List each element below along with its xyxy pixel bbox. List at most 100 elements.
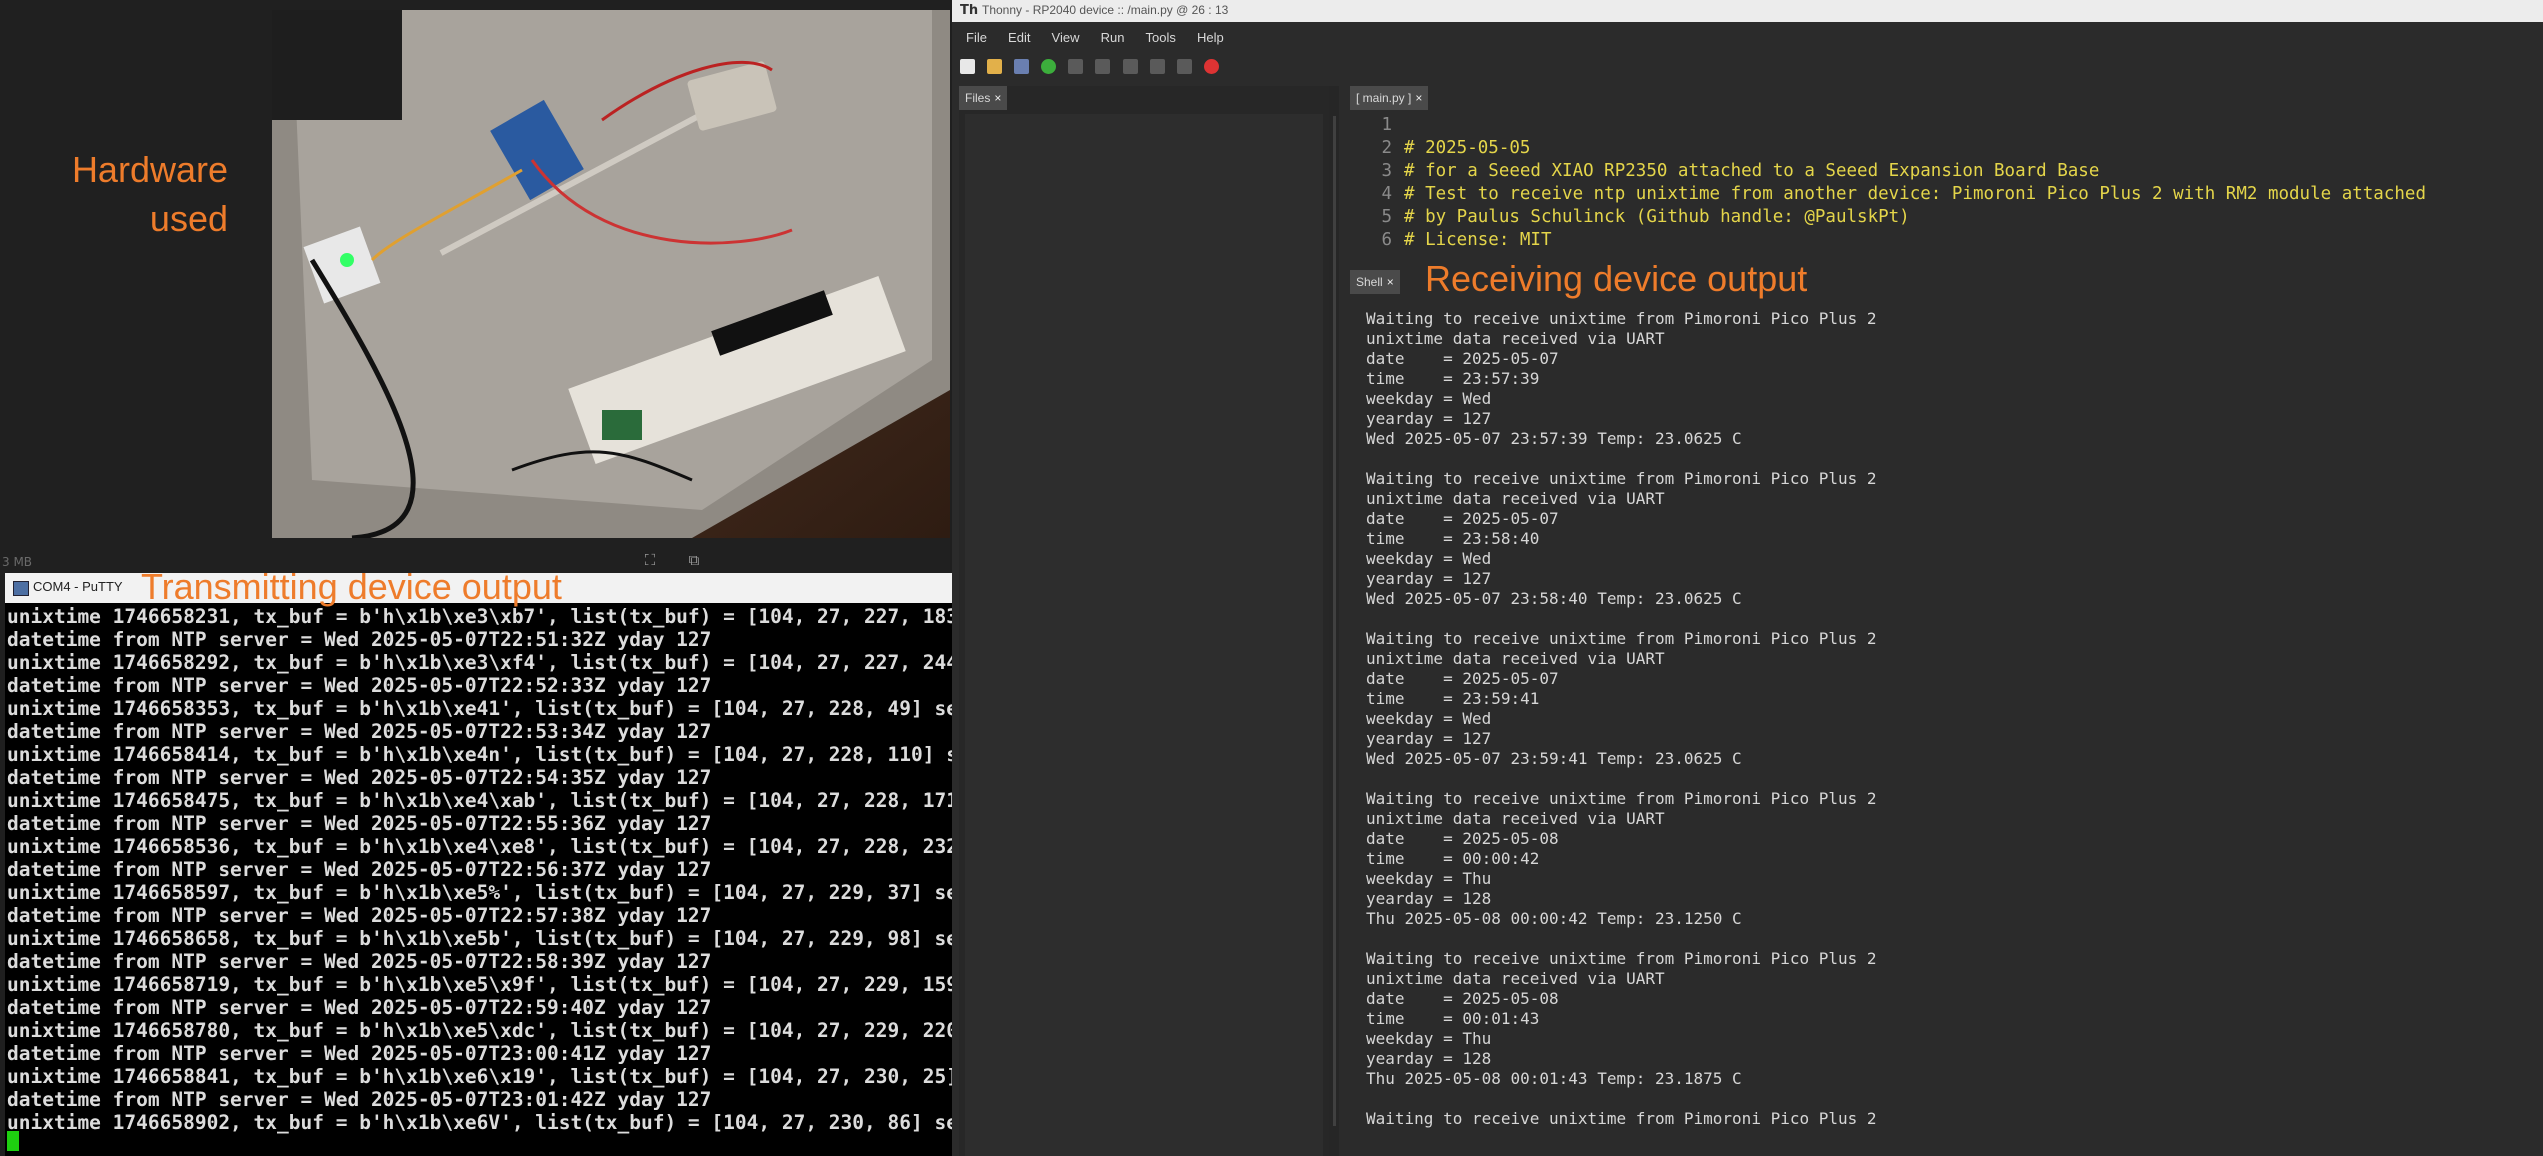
terminal-cursor [7,1131,19,1151]
shell-line: date = 2025-05-08 [1366,989,1559,1008]
step-into-icon[interactable] [1122,59,1138,74]
putty-app-icon [13,581,29,596]
shell-line: unixtime data received via UART [1366,489,1665,508]
shell-line: weekday = Wed [1366,549,1492,568]
line-number: 4 [1381,184,1392,204]
shell-line: Waiting to receive unixtime from Pimoron… [1366,789,1877,808]
code-line[interactable] [1404,114,2426,137]
toolbar [960,56,1226,76]
tab-main-py[interactable]: [ main.py ] × [1350,86,1429,110]
shell-line: weekday = Wed [1366,389,1492,408]
tab-shell-label: Shell [1356,275,1383,289]
shell-line: date = 2025-05-07 [1366,349,1559,368]
code-editor[interactable]: [ main.py ] × 1 2 3 4 5 6 # 2025-05-05 # for a … [1350,86,2543,262]
hardware-caption-line-1: Hardware [71,149,228,190]
line-number: 5 [1381,207,1392,227]
code-line[interactable]: # for a Seeed XIAO RP2350 attached to a … [1404,160,2426,183]
shell-line: yearday = 128 [1366,1049,1492,1068]
menu-view[interactable]: View [1052,26,1080,50]
shell-line: Wed 2025-05-07 23:58:40 Temp: 23.0625 C [1366,589,1742,608]
shell-header: Shell × Receiving device output [1350,258,2543,300]
code-line[interactable]: # 2025-05-05 [1404,137,2426,160]
debug-icon[interactable] [1068,59,1084,74]
tab-shell[interactable]: Shell × [1350,270,1400,294]
thonny-logo-icon: Th [960,3,979,18]
resume-icon[interactable] [1176,59,1192,74]
transmitting-overlay-label: Transmitting device output [141,566,562,607]
files-tree[interactable] [965,114,1323,1156]
shell-line: Waiting to receive unixtime from Pimoron… [1366,1109,1877,1128]
shell-line: Wed 2025-05-07 23:57:39 Temp: 23.0625 C [1366,429,1742,448]
tab-files[interactable]: Files × [959,86,1008,110]
line-number: 3 [1381,161,1392,181]
menu-edit[interactable]: Edit [1008,26,1030,50]
close-icon[interactable]: × [1387,275,1394,289]
menubar: File Edit View Run Tools Help [952,26,1226,50]
photo-viewer-window: Hardware used 3 MB ⛶ ⧉ [0,0,950,575]
shell-line: time = 00:01:43 [1366,1009,1540,1028]
shell-line: weekday = Thu [1366,1029,1492,1048]
shell-line: date = 2025-05-08 [1366,829,1559,848]
shell-line: Waiting to receive unixtime from Pimoron… [1366,309,1877,328]
shell-line: Thu 2025-05-08 00:00:42 Temp: 23.1250 C [1366,909,1742,928]
shell-line: weekday = Wed [1366,709,1492,728]
tab-main-py-label: [ main.py ] [1356,91,1412,105]
step-over-icon[interactable] [1095,59,1111,74]
menu-run[interactable]: Run [1101,26,1125,50]
shell-line: time = 23:57:39 [1366,369,1540,388]
fullscreen-icon[interactable]: ⧉ [684,551,704,569]
hardware-photo [272,10,950,538]
shell-line: yearday = 127 [1366,729,1492,748]
splitter-bar[interactable] [1333,116,1336,1126]
close-icon[interactable]: × [994,91,1001,105]
files-panel: Files × [959,86,1329,1156]
new-file-icon[interactable] [960,59,975,74]
file-size-label: 3 MB [2,555,33,569]
shell-line: unixtime data received via UART [1366,329,1665,348]
shell-line: yearday = 128 [1366,889,1492,908]
line-number: 2 [1381,138,1392,158]
run-icon[interactable] [1041,59,1057,74]
tab-files-label: Files [965,91,991,105]
shell-panel[interactable]: Waiting to receive unixtime from Pimoron… [1350,300,2543,1156]
code-line[interactable]: # Test to receive ntp unixtime from anot… [1404,183,2426,206]
shell-line: unixtime data received via UART [1366,649,1665,668]
thonny-window: Th Thonny - RP2040 device :: /main.py @ … [952,0,2543,1156]
shell-line: unixtime data received via UART [1366,969,1665,988]
shell-line: Thu 2025-05-08 00:01:43 Temp: 23.1875 C [1366,1069,1742,1088]
shell-line: Waiting to receive unixtime from Pimoron… [1366,629,1877,648]
shell-line: Waiting to receive unixtime from Pimoron… [1366,469,1877,488]
line-number-gutter: 1 2 3 4 5 6 [1350,114,1392,262]
stop-icon[interactable] [1203,59,1219,74]
code-line[interactable]: # by Paulus Schulinck (Github handle: @P… [1404,206,2426,229]
shell-line: time = 23:59:41 [1366,689,1540,708]
menu-file[interactable]: File [966,26,987,50]
step-out-icon[interactable] [1149,59,1165,74]
close-icon[interactable]: × [1415,91,1422,105]
menu-help[interactable]: Help [1197,26,1224,50]
shell-line: date = 2025-05-07 [1366,509,1559,528]
thonny-titlebar[interactable]: Th Thonny - RP2040 device :: /main.py @ … [952,0,2543,22]
shell-output[interactable]: Waiting to receive unixtime from Pimoron… [1366,309,1877,1129]
save-icon[interactable] [1014,59,1030,74]
hardware-caption-line-2: used [149,198,228,239]
menu-tools[interactable]: Tools [1146,26,1176,50]
thonny-title: Thonny - RP2040 device :: /main.py @ 26 … [982,3,1229,17]
code-line[interactable]: # License: MIT [1404,229,2426,252]
shell-line: yearday = 127 [1366,409,1492,428]
panel-splitter[interactable] [1329,86,1339,1156]
shell-line: unixtime data received via UART [1366,809,1665,828]
code-lines[interactable]: # 2025-05-05 # for a Seeed XIAO RP2350 at… [1404,114,2426,252]
receiving-overlay-label: Receiving device output [1425,258,1808,299]
fit-to-window-icon[interactable]: ⛶ [640,551,660,569]
shell-line: time = 00:00:42 [1366,849,1540,868]
putty-title: COM4 - PuTTY [33,579,123,594]
shell-line: time = 23:58:40 [1366,529,1540,548]
open-file-icon[interactable] [987,59,1003,74]
line-number: 1 [1381,115,1392,135]
